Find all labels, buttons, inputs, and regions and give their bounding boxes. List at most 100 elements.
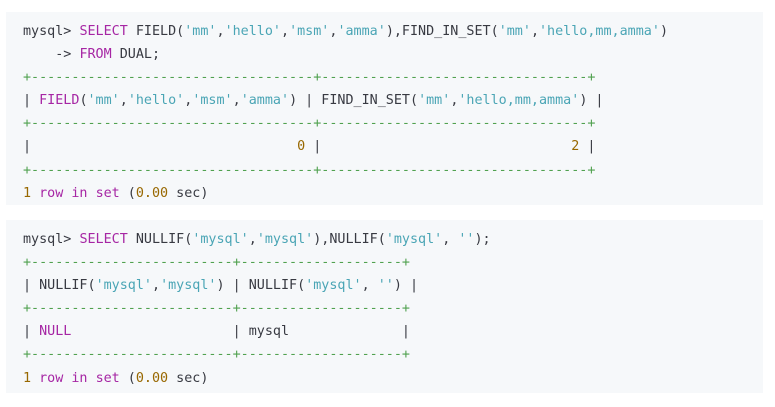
code-token: NULL — [39, 324, 72, 340]
code-token: 'mysql' — [385, 232, 443, 247]
code-token: mysql> — [23, 232, 80, 247]
code-line: -> FROM DUAL; — [23, 43, 763, 66]
code-line: +-------------------------+-------------… — [23, 343, 763, 366]
code-token: ); — [474, 232, 491, 247]
code-token: , — [530, 24, 539, 39]
code-token: 'mysql' — [95, 278, 152, 294]
code-token: 'amma' — [240, 93, 290, 109]
code-line: 1 row in set (0.00 sec) — [23, 367, 763, 390]
code-content: mysql> SELECT FIELD('mm','hello','msm','… — [23, 20, 763, 205]
code-token: NULLIF( — [127, 232, 193, 247]
code-line: | NULLIF('mysql','mysql') | NULLIF('mysq… — [23, 274, 763, 297]
code-line: 1 row in set (0.00 sec) — [23, 182, 763, 205]
code-token: 0.00 — [135, 370, 169, 386]
code-token: in — [71, 370, 88, 386]
code-token: 0.00 — [135, 185, 169, 201]
code-token: ) | NULLIF( — [216, 278, 306, 294]
code-token: , — [119, 93, 128, 109]
code-token: , — [232, 93, 241, 109]
code-token: +-----------------------------------+---… — [23, 162, 596, 178]
code-token: -> — [23, 47, 80, 63]
code-token: | — [23, 324, 40, 340]
code-block-field-find-in-set: mysql> SELECT FIELD('mm','hello','msm','… — [6, 12, 763, 205]
code-token: SELECT — [79, 24, 128, 39]
code-token: set — [95, 370, 120, 386]
code-token: 'mm' — [418, 93, 451, 109]
code-token: 'mysql' — [305, 278, 362, 294]
code-token: 'hello' — [224, 24, 281, 39]
code-token: , — [248, 232, 257, 247]
code-token: set — [95, 185, 120, 201]
code-token: +-------------------------+-------------… — [23, 255, 410, 271]
code-token: ) | FIND_IN_SET( — [289, 93, 419, 109]
code-token: 'mysql' — [192, 232, 249, 247]
code-token: SELECT — [79, 232, 128, 247]
code-token: +-------------------------+-------------… — [23, 301, 410, 317]
code-token: , — [281, 24, 290, 39]
code-token: ( — [119, 370, 136, 386]
code-token: 1 — [23, 185, 32, 201]
code-token: ( — [119, 185, 136, 201]
code-line: | FIELD('mm','hello','msm','amma') | FIN… — [23, 89, 763, 112]
code-token: sec) — [168, 370, 209, 386]
code-token: 'hello,mm,amma' — [458, 93, 580, 109]
code-token: 'msm' — [192, 93, 233, 109]
code-content: mysql> SELECT NULLIF('mysql','mysql'),NU… — [23, 228, 763, 390]
code-token: ),FIND_IN_SET( — [385, 24, 499, 39]
code-token: ( — [79, 93, 88, 109]
code-line: +-----------------------------------+---… — [23, 159, 763, 182]
code-token: '' — [377, 278, 394, 294]
code-token: FIELD( — [127, 24, 185, 39]
code-token: row — [39, 370, 64, 386]
code-token: in — [71, 185, 88, 201]
code-line: +-------------------------+-------------… — [23, 251, 763, 274]
code-token: 'mm' — [87, 93, 120, 109]
code-token: | — [23, 139, 298, 155]
code-line: | NULL | mysql | — [23, 320, 763, 343]
code-token: , — [152, 278, 161, 294]
code-line: mysql> SELECT FIELD('mm','hello','msm','… — [23, 20, 763, 43]
code-token: 0 — [297, 139, 306, 155]
code-token: 'mm' — [184, 24, 217, 39]
code-token: ) | — [579, 93, 604, 109]
code-token: '' — [458, 232, 475, 247]
code-token: 'amma' — [337, 24, 386, 39]
code-token: sec) — [168, 185, 209, 201]
code-token: | — [579, 139, 596, 155]
code-token: , — [361, 278, 378, 294]
code-token: +-----------------------------------+---… — [23, 70, 596, 86]
code-line: +-----------------------------------+---… — [23, 112, 763, 135]
code-line: +-----------------------------------+---… — [23, 66, 763, 89]
code-token: , — [442, 232, 459, 247]
code-token: +-------------------------+-------------… — [23, 347, 410, 363]
code-token: , — [216, 24, 225, 39]
code-token: 'hello,mm,amma' — [539, 24, 660, 39]
code-token: 'mysql' — [160, 278, 217, 294]
code-line: +-------------------------+-------------… — [23, 297, 763, 320]
code-token: row — [39, 185, 64, 201]
code-token: 'msm' — [289, 24, 330, 39]
code-token: | — [23, 93, 40, 109]
code-token: DUAL; — [111, 47, 161, 63]
code-token: 'hello' — [127, 93, 185, 109]
code-line: | 0 | 2 | — [23, 135, 763, 158]
code-token: | mysql | — [71, 324, 410, 340]
code-token: FIELD — [39, 93, 80, 109]
code-token: ) | — [393, 278, 419, 294]
code-token: 'mysql' — [256, 232, 314, 247]
code-token: 1 — [23, 370, 32, 386]
code-line: mysql> SELECT NULLIF('mysql','mysql'),NU… — [23, 228, 763, 251]
code-token: FROM — [79, 47, 112, 63]
code-token: ) — [659, 24, 668, 39]
code-token: mysql> — [23, 24, 80, 39]
code-token: | NULLIF( — [23, 278, 96, 294]
code-token: | — [305, 139, 572, 155]
code-token: ),NULLIF( — [313, 232, 386, 247]
code-token: 'mm' — [498, 24, 531, 39]
code-block-nullif: mysql> SELECT NULLIF('mysql','mysql'),NU… — [6, 220, 763, 393]
code-token: +-----------------------------------+---… — [23, 116, 596, 132]
